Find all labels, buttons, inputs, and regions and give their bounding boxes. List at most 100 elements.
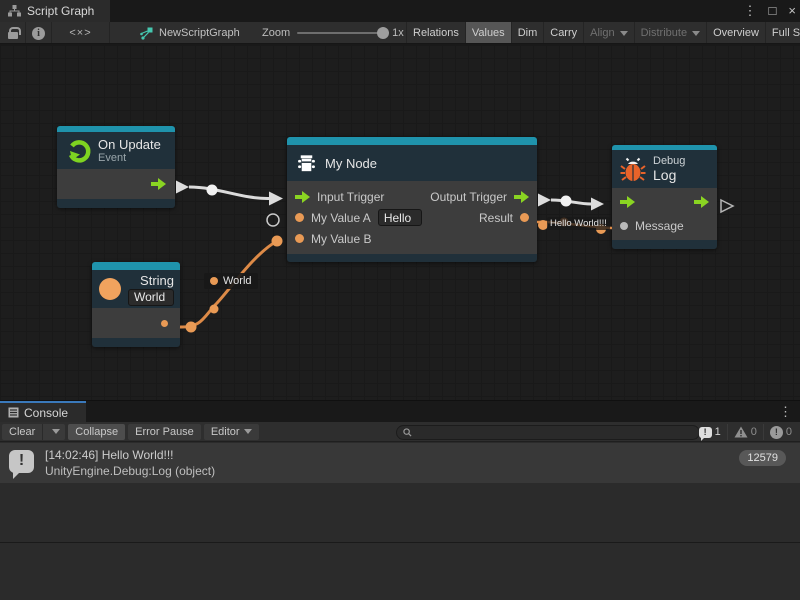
flow-input-port[interactable] — [620, 196, 635, 208]
graph-hierarchy-icon — [8, 5, 21, 17]
clear-button[interactable]: Clear — [2, 424, 65, 440]
graph-name: NewScriptGraph — [159, 27, 240, 39]
window-tab-bar: Script Graph ⋮ □ × — [0, 0, 800, 22]
info-icon: i — [32, 27, 45, 40]
result-label: Result — [479, 211, 513, 225]
wire-onupdate-to-mynode — [176, 181, 283, 206]
log-count-toggle[interactable]: ! 1 — [693, 424, 727, 440]
values-button[interactable]: Values — [465, 22, 511, 44]
console-toolbar: Clear Collapse Error Pause Editor ! 1 — [0, 422, 800, 442]
node-body: Input Trigger Output Trigger My Value A … — [287, 181, 537, 254]
port-row: Input Trigger Output Trigger — [287, 186, 537, 207]
full-screen-button[interactable]: Full S — [765, 22, 800, 44]
console-panel: Console ⋮ Clear Collapse Error Pause Edi… — [0, 400, 800, 600]
flow-output-port[interactable] — [514, 191, 529, 203]
console-kebab-icon[interactable]: ⋮ — [779, 401, 792, 422]
flow-output-port[interactable] — [694, 196, 709, 208]
tab-console[interactable]: Console — [0, 401, 86, 422]
overview-button[interactable]: Overview — [706, 22, 765, 44]
log-entry-text: [14:02:46] Hello World!!! — [45, 448, 215, 462]
tab-script-graph[interactable]: Script Graph — [0, 0, 110, 22]
node-body — [57, 169, 175, 199]
result-port[interactable] — [520, 213, 529, 222]
unity-visual-scripting-window: Script Graph ⋮ □ × i <×> NewScriptGraph … — [0, 0, 800, 600]
port-row — [612, 190, 717, 214]
graph-reference[interactable]: NewScriptGraph — [132, 22, 240, 44]
value-dot-icon — [210, 277, 218, 285]
output-trigger-label: Output Trigger — [430, 190, 507, 204]
flow-input-port[interactable] — [295, 191, 310, 203]
zoom-control: Zoom 1x — [262, 22, 404, 44]
toolbar-left-group: i <×> — [0, 22, 110, 44]
value-a-label: My Value A — [311, 211, 371, 225]
node-debug-log[interactable]: Debug Log Message — [612, 145, 717, 249]
error-count-toggle[interactable]: ! 0 — [763, 424, 798, 440]
node-footer — [57, 199, 175, 208]
console-tab-label: Console — [24, 406, 68, 420]
lock-button[interactable] — [0, 22, 26, 44]
node-title: String — [140, 273, 174, 288]
string-output-port[interactable] — [161, 320, 168, 327]
node-title: My Node — [325, 156, 377, 171]
search-icon — [403, 428, 412, 437]
value-a-port[interactable] — [295, 213, 304, 222]
graph-canvas[interactable]: On Update Event — [0, 45, 800, 400]
relations-button[interactable]: Relations — [406, 22, 465, 44]
error-pause-toggle[interactable]: Error Pause — [128, 424, 201, 440]
input-trigger-label: Input Trigger — [317, 190, 384, 204]
warning-triangle-icon — [734, 426, 748, 438]
dim-button[interactable]: Dim — [511, 22, 544, 44]
wire-value-label-hello-world: Hello World!!! — [547, 217, 610, 230]
node-title-bar — [287, 137, 537, 145]
align-dropdown[interactable]: Align — [583, 22, 633, 44]
value-a-field[interactable] — [378, 209, 422, 226]
node-my-node[interactable]: My Node Input Trigger Output Trigger — [287, 137, 537, 262]
console-log-list: ! [14:02:46] Hello World!!! UnityEngine.… — [0, 442, 800, 542]
graph-toolbar: i <×> NewScriptGraph Zoom 1x Relations V… — [0, 22, 800, 44]
console-detail-pane[interactable] — [0, 542, 800, 600]
zoom-slider-handle[interactable] — [377, 27, 389, 39]
value-b-port[interactable] — [295, 234, 304, 243]
log-message-icon: ! — [9, 450, 34, 473]
node-on-update[interactable]: On Update Event — [57, 126, 175, 208]
console-tab-strip: Console ⋮ — [0, 401, 800, 422]
window-controls: ⋮ □ × — [744, 0, 796, 22]
code-view-button[interactable]: <×> — [52, 22, 110, 44]
clear-dropdown[interactable] — [42, 424, 65, 440]
zoom-slider[interactable] — [297, 32, 385, 34]
info-button[interactable]: i — [26, 22, 52, 44]
collapse-toggle[interactable]: Collapse — [68, 424, 125, 440]
chevron-down-icon — [692, 31, 700, 36]
editor-dropdown[interactable]: Editor — [204, 424, 259, 440]
node-string[interactable]: String — [92, 262, 180, 347]
log-entry-row[interactable]: ! [14:02:46] Hello World!!! UnityEngine.… — [0, 443, 800, 483]
close-icon[interactable]: × — [788, 0, 796, 22]
wire-mynode-to-debug — [538, 194, 604, 211]
on-update-loop-icon — [65, 138, 91, 164]
warning-count: 0 — [751, 426, 757, 438]
node-header: On Update Event — [57, 132, 175, 169]
maximize-icon[interactable]: □ — [769, 0, 777, 22]
node-footer — [612, 240, 717, 249]
node-header: String — [92, 270, 180, 308]
node-footer — [287, 254, 537, 262]
unconnected-flow-triangle — [721, 200, 733, 212]
port-row: My Value A Result — [287, 207, 537, 228]
log-entry-stacktrace: UnityEngine.Debug:Log (object) — [45, 464, 215, 478]
wire-value-label-world: World — [204, 273, 258, 289]
menu-kebab-icon[interactable]: ⋮ — [744, 0, 757, 22]
node-title: Debug — [653, 155, 685, 167]
node-subtitle: Log — [653, 167, 685, 183]
distribute-dropdown[interactable]: Distribute — [634, 22, 706, 44]
error-count: 0 — [786, 426, 792, 438]
search-input[interactable] — [416, 426, 693, 439]
string-value-field[interactable] — [128, 289, 174, 306]
message-port[interactable] — [620, 222, 628, 230]
console-search[interactable] — [396, 425, 700, 440]
carry-button[interactable]: Carry — [543, 22, 583, 44]
warning-count-toggle[interactable]: 0 — [727, 424, 763, 440]
flow-output-port[interactable] — [151, 178, 166, 190]
port-row: Message — [612, 214, 717, 238]
log-count: 1 — [715, 426, 721, 438]
chevron-down-icon — [620, 31, 628, 36]
